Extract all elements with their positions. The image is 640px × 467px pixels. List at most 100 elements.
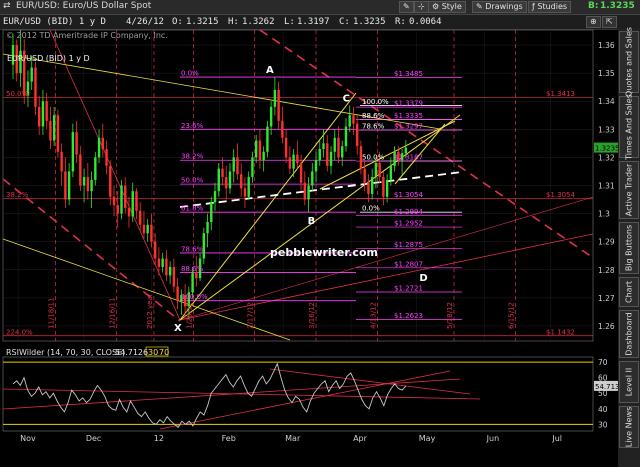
drawings-button[interactable]: ✎ Drawings bbox=[472, 1, 527, 13]
price-level-label: $1.3054 bbox=[394, 191, 423, 199]
candle-body bbox=[71, 132, 75, 172]
date-guide-label: 3/16/12 bbox=[308, 302, 316, 329]
x-tick-label: Nov bbox=[20, 434, 36, 443]
price-level-label: $1.3485 bbox=[394, 70, 423, 78]
style-button[interactable]: ⚙ Style bbox=[428, 1, 466, 13]
candle-body bbox=[288, 157, 292, 169]
rsi-value: 54.7126 bbox=[115, 348, 148, 357]
fib-right-label: 50.0% bbox=[362, 154, 385, 162]
price-tick-label: 1.33 bbox=[598, 125, 615, 134]
candle-body bbox=[41, 101, 45, 127]
price-level-label: $1.3187 bbox=[394, 154, 423, 162]
wave-label-b: B bbox=[308, 216, 316, 227]
candle-body bbox=[165, 258, 168, 276]
wave-label-d: D bbox=[419, 273, 427, 284]
long-level-right-label: $1.3054 bbox=[546, 191, 575, 199]
candle-body bbox=[281, 120, 284, 138]
price-tick-label: 1.3 bbox=[598, 210, 610, 219]
price-level-label: $1.2952 bbox=[394, 220, 423, 228]
rsi-marker-30: 30 bbox=[148, 348, 158, 357]
wave-label-c: C bbox=[343, 93, 350, 104]
rsi-title: RSIWilder (14, 70, 30, CLOSE) bbox=[6, 348, 125, 357]
candle-body bbox=[314, 160, 318, 172]
sidebar-tab-dashboard[interactable]: Dashboard bbox=[619, 310, 639, 358]
candle-body bbox=[153, 241, 157, 259]
high-label: H: bbox=[228, 17, 239, 27]
expand-icon[interactable]: ⇱ bbox=[602, 16, 617, 28]
candle-body bbox=[228, 171, 232, 189]
gear-icon: ⚙ bbox=[432, 2, 440, 11]
price-level-label: $1.3335 bbox=[394, 112, 423, 120]
candle-body bbox=[82, 177, 86, 186]
candle-body bbox=[90, 179, 93, 192]
price-tick-label: 1.28 bbox=[598, 266, 615, 275]
sidebar-tab-label: Live News bbox=[624, 406, 634, 448]
x-tick-label: Apr bbox=[353, 434, 368, 443]
sidebar-tab-big-buttons[interactable]: Big Buttons bbox=[619, 222, 639, 274]
fib-right-label: 100.0% bbox=[362, 98, 389, 106]
candle-body bbox=[273, 89, 277, 107]
candle-body bbox=[243, 188, 247, 197]
candle-body bbox=[307, 185, 310, 200]
link-group-icon[interactable]: ⇄ bbox=[3, 1, 11, 11]
long-level-label: 50.0% bbox=[6, 90, 29, 98]
studies-icon: ƒ bbox=[532, 2, 535, 11]
candle-body bbox=[124, 185, 127, 208]
candle-body bbox=[232, 157, 235, 172]
candle-body bbox=[56, 115, 60, 152]
candle-body bbox=[292, 154, 295, 169]
candle-body bbox=[333, 137, 336, 152]
rsi-tick-label: 30 bbox=[598, 420, 608, 429]
candle-body bbox=[266, 126, 269, 152]
rsi-tick-label: 40 bbox=[598, 405, 608, 414]
candle-body bbox=[157, 258, 161, 267]
drawing-tools-icon[interactable]: ✎ bbox=[399, 1, 414, 13]
candle-body bbox=[240, 174, 243, 189]
candle-body bbox=[355, 123, 359, 147]
sidebar-tab-quotes-and-sales[interactable]: Quotes and Sales bbox=[619, 27, 639, 97]
candle-body bbox=[195, 272, 198, 279]
sidebar-tab-chart[interactable]: Chart bbox=[619, 277, 639, 307]
chart-area[interactable]: 11/18/11 12/16/11 2012 year 1/20/12 2/17/12 3… bbox=[0, 29, 618, 467]
sidebar-tab-level-ii[interactable]: Level II bbox=[619, 361, 639, 403]
candle-body bbox=[37, 106, 41, 127]
candle-body bbox=[344, 126, 348, 147]
symbol-interval[interactable]: EUR/USD (BID) 1 y D bbox=[3, 17, 106, 27]
sidebar-tab-label: Level II bbox=[624, 367, 634, 397]
date-guide-label: 1/20/12 bbox=[185, 302, 193, 329]
studies-button[interactable]: ƒ Studies bbox=[528, 1, 572, 13]
range-value: 0.0064 bbox=[409, 17, 442, 27]
low-value: 1.3197 bbox=[297, 17, 330, 27]
candle-body bbox=[49, 120, 52, 141]
drawings-label: Drawings bbox=[485, 2, 523, 11]
candle-body bbox=[135, 191, 138, 211]
x-tick-label: Jul bbox=[551, 434, 562, 443]
price-tick-label: 1.34 bbox=[598, 97, 615, 106]
candle-body bbox=[254, 140, 258, 158]
candle-body bbox=[75, 132, 78, 155]
candle-body bbox=[168, 266, 172, 276]
sidebar-tab-label: Chart bbox=[624, 281, 634, 303]
price-tick-label: 1.29 bbox=[598, 238, 615, 247]
sidebar-tab-live-news[interactable]: Live News bbox=[619, 406, 639, 448]
candle-body bbox=[318, 148, 321, 161]
price-level-label: $1.2623 bbox=[394, 312, 423, 320]
sidebar-tab-times-and-sales[interactable]: Times And Sales bbox=[619, 94, 639, 160]
candle-body bbox=[221, 168, 224, 178]
price-level-label: $1.3379 bbox=[394, 100, 423, 108]
studies-label: Studies bbox=[537, 2, 568, 11]
sidebar-tab-active-trader[interactable]: Active Trader bbox=[619, 161, 639, 219]
price-badge-value: 1.3235 bbox=[600, 1, 635, 11]
candle-body bbox=[60, 151, 63, 172]
zoom-in-icon[interactable]: ⊕ bbox=[586, 16, 601, 28]
candle-body bbox=[303, 182, 307, 200]
candle-body bbox=[378, 163, 381, 178]
fib-level-label: 88.6% bbox=[181, 265, 204, 273]
date-guide-label: 2/17/12 bbox=[247, 302, 255, 329]
crosshair-icon[interactable]: ⊹ bbox=[414, 1, 429, 13]
long-level-right-label: $1.3413 bbox=[546, 90, 575, 98]
candle-body bbox=[374, 163, 378, 178]
right-sidebar: Quotes and Sales Times And Sales Active Tr… bbox=[618, 27, 640, 467]
fib-level-label: 23.6% bbox=[181, 122, 204, 130]
candle-body bbox=[64, 171, 67, 200]
